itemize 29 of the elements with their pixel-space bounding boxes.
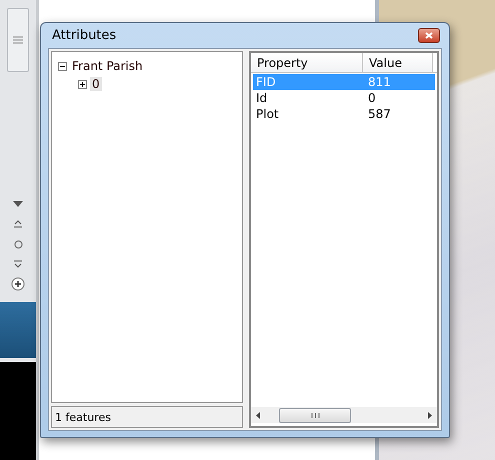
table-cell-text: Id [255,90,268,106]
expand-icon[interactable] [78,80,87,88]
scroll-left-icon[interactable] [256,412,260,418]
zoom-in-icon[interactable] [11,277,25,291]
table-row[interactable]: Id 0 [253,90,435,106]
close-icon [425,32,433,39]
table-cell-text: Plot [255,106,280,122]
table-cell-text: 0 [367,90,377,106]
slider-panel [0,302,36,358]
table-cell-text: 811 [367,74,392,90]
pan-down-icon[interactable] [14,260,22,268]
table-cell-text: 587 [367,106,392,122]
table-cell-text: FID [255,74,277,90]
tree-item[interactable]: 0 [90,77,102,91]
collapse-icon[interactable] [58,62,67,70]
column-header[interactable]: Property [251,53,363,72]
down-triangle-icon[interactable] [13,201,23,207]
scroll-thumb[interactable] [279,408,351,422]
pan-up-icon[interactable] [14,220,22,228]
close-button[interactable] [418,28,440,43]
table-row[interactable]: Plot 587 [253,106,435,122]
scroll-right-icon[interactable] [428,412,432,418]
status-text: 1 features [51,406,243,428]
window-title: Attributes [51,28,116,43]
column-header[interactable]: Value [363,53,433,72]
horizontal-scrollbar[interactable] [251,407,437,423]
tree-item[interactable]: Frant Parish [70,59,145,73]
grip-handle[interactable] [7,8,29,72]
circle-icon[interactable] [14,240,22,248]
